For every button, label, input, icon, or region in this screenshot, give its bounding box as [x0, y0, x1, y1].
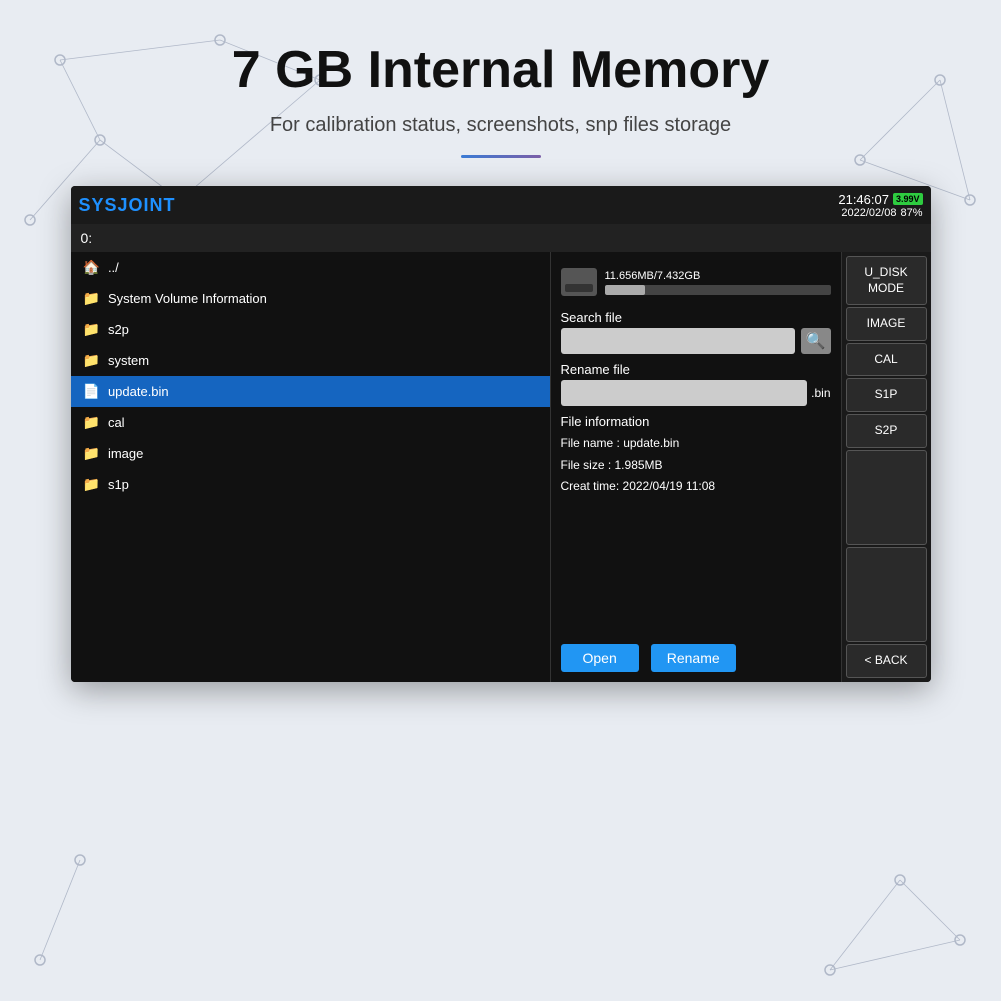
side-btn-empty2	[846, 547, 927, 642]
side-btn-back[interactable]: < BACK	[846, 644, 927, 678]
open-button[interactable]: Open	[561, 644, 639, 672]
folder-icon: 📁	[83, 476, 100, 493]
folder-icon: 📁	[83, 290, 100, 307]
folder-icon: 📁	[83, 445, 100, 462]
side-btn-s1p[interactable]: S1P	[846, 378, 927, 412]
list-item[interactable]: 📁 cal	[71, 407, 550, 438]
file-list-panel: 🏠 ../ 📁 System Volume Information 📁 s2p 📁 syste…	[71, 252, 551, 682]
battery-badge: 3.99V	[893, 193, 923, 205]
right-panel: 11.656MB/7.432GB Search file 🔍	[551, 252, 841, 682]
page-title: 7 GB Internal Memory	[232, 40, 769, 100]
list-item-name: System Volume Information	[108, 291, 267, 306]
file-name-row: File name : update.bin	[561, 433, 831, 455]
storage-text: 11.656MB/7.432GB	[605, 270, 831, 282]
rename-button[interactable]: Rename	[651, 644, 736, 672]
storage-bar-fill	[605, 285, 646, 295]
side-btn-s2p[interactable]: S2P	[846, 414, 927, 448]
search-button[interactable]: 🔍	[801, 328, 831, 354]
side-btn-udisk[interactable]: U_DISK MODE	[846, 256, 927, 305]
list-item-name: system	[108, 353, 149, 368]
list-item[interactable]: 📁 system	[71, 345, 550, 376]
list-item-name: s1p	[108, 477, 129, 492]
battery-pct: 87%	[900, 207, 922, 219]
list-item[interactable]: 📁 s1p	[71, 469, 550, 500]
list-item-name: cal	[108, 415, 125, 430]
top-bar: SYSJOINT 21:46:07 3.99V 2022/02/08 87%	[71, 186, 931, 224]
list-item-name: ../	[108, 260, 119, 275]
list-item-name: image	[108, 446, 143, 461]
storage-section: 11.656MB/7.432GB	[561, 262, 831, 302]
time-display: 21:46:07	[838, 192, 889, 207]
folder-icon: 📁	[83, 352, 100, 369]
brand-logo: SYSJOINT	[79, 195, 176, 216]
storage-bar-bg	[605, 285, 831, 295]
file-icon: 📄	[83, 383, 100, 400]
list-item[interactable]: 🏠 ../	[71, 252, 550, 283]
path-bar: 0:	[71, 224, 931, 252]
top-right-info: 21:46:07 3.99V 2022/02/08 87%	[838, 192, 922, 219]
main-area: 🏠 ../ 📁 System Volume Information 📁 s2p 📁 syste…	[71, 252, 931, 682]
list-item[interactable]: 📁 image	[71, 438, 550, 469]
list-item-name: s2p	[108, 322, 129, 337]
file-creat-row: Creat time: 2022/04/19 11:08	[561, 476, 831, 498]
rename-label: Rename file	[561, 362, 831, 377]
current-path: 0:	[81, 230, 93, 246]
date-display: 2022/02/08	[841, 207, 896, 219]
file-info-box: File information File name : update.bin …	[561, 414, 831, 636]
side-btn-image[interactable]: IMAGE	[846, 307, 927, 341]
title-divider	[461, 155, 541, 158]
page-subtitle: For calibration status, screenshots, snp…	[270, 114, 731, 137]
home-icon: 🏠	[83, 259, 100, 276]
folder-icon: 📁	[83, 321, 100, 338]
storage-info: 11.656MB/7.432GB	[605, 270, 831, 295]
search-label: Search file	[561, 310, 831, 325]
file-info-label: File information	[561, 414, 831, 429]
list-item[interactable]: 📄 update.bin	[71, 376, 550, 407]
list-item[interactable]: 📁 s2p	[71, 314, 550, 345]
device-screen: SYSJOINT 21:46:07 3.99V 2022/02/08 87% 0…	[71, 186, 931, 682]
search-section: Search file 🔍	[561, 310, 831, 354]
file-size-row: File size : 1.985MB	[561, 455, 831, 477]
rename-section: Rename file .bin	[561, 362, 831, 406]
search-input[interactable]	[561, 328, 795, 354]
folder-icon: 📁	[83, 414, 100, 431]
hdd-icon	[561, 268, 597, 296]
side-btn-empty1	[846, 450, 927, 545]
search-row: 🔍	[561, 328, 831, 354]
rename-input[interactable]	[561, 380, 808, 406]
side-buttons-panel: U_DISK MODEIMAGECALS1PS2P < BACK	[841, 252, 931, 682]
list-item-name: update.bin	[108, 384, 169, 399]
side-btn-cal[interactable]: CAL	[846, 343, 927, 377]
rename-extension: .bin	[811, 386, 830, 400]
action-buttons: Open Rename	[561, 644, 831, 672]
rename-row: .bin	[561, 380, 831, 406]
list-item[interactable]: 📁 System Volume Information	[71, 283, 550, 314]
